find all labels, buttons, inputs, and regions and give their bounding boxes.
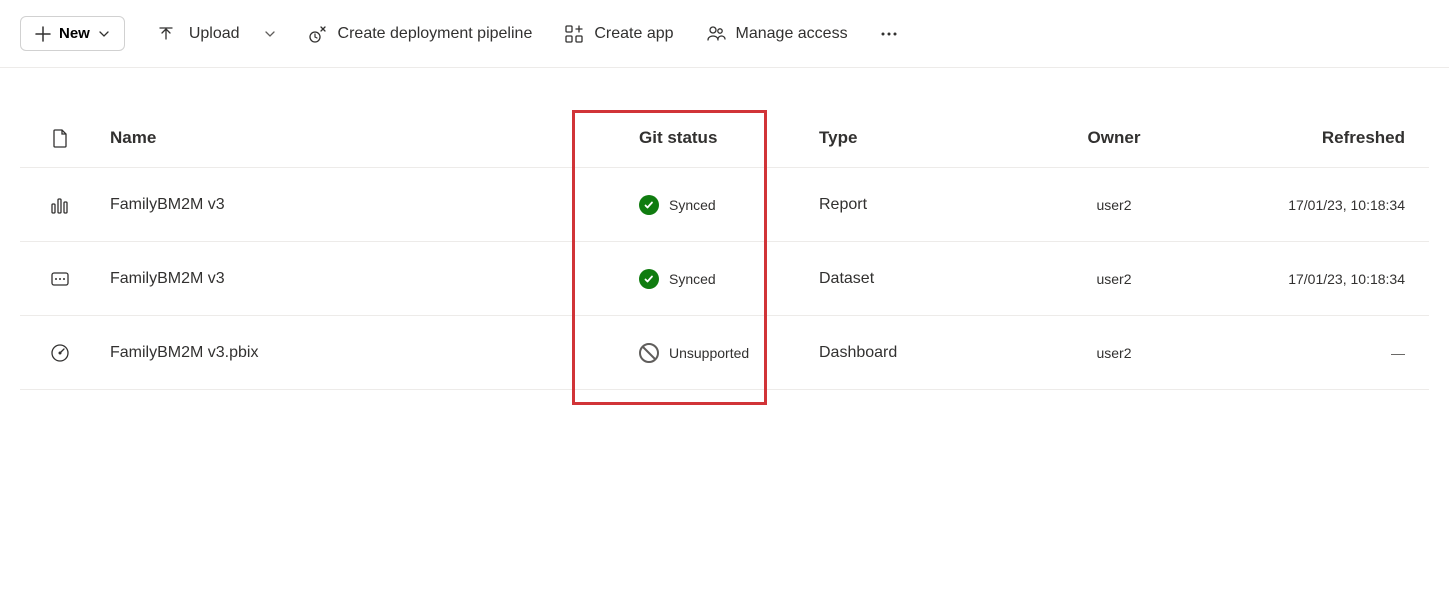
new-button[interactable]: New [20, 16, 125, 51]
row-type: Dashboard [819, 344, 1029, 362]
file-icon [51, 128, 69, 148]
content-area: Name Git status Type Owner Refreshed Fam… [0, 68, 1449, 410]
toolbar: New Upload Create deployment pipeline Cr… [0, 0, 1449, 68]
dataset-icon [49, 268, 71, 290]
row-name[interactable]: FamilyBM2M v3 [100, 196, 629, 214]
row-type: Dataset [819, 270, 1029, 288]
header-name[interactable]: Name [100, 128, 629, 148]
row-name[interactable]: FamilyBM2M v3.pbix [100, 344, 629, 362]
table-header-row: Name Git status Type Owner Refreshed [20, 108, 1429, 168]
create-app-label: Create app [594, 25, 673, 43]
new-button-label: New [59, 25, 90, 42]
unsupported-icon [639, 343, 659, 363]
check-circle-icon [639, 269, 659, 289]
table-row[interactable]: FamilyBM2M v3 Synced Dataset user2 17/01… [20, 242, 1429, 316]
chevron-down-icon [98, 28, 110, 40]
row-git-cell: Synced [629, 269, 819, 289]
row-name[interactable]: FamilyBM2M v3 [100, 270, 629, 288]
table-row[interactable]: FamilyBM2M v3 Synced Report user2 17/01/… [20, 168, 1429, 242]
row-refreshed: 17/01/23, 10:18:34 [1199, 197, 1429, 213]
create-deployment-pipeline-button[interactable]: Create deployment pipeline [308, 24, 533, 44]
check-circle-icon [639, 195, 659, 215]
manage-access-label: Manage access [736, 25, 848, 43]
upload-icon [157, 25, 175, 43]
row-git-cell: Synced [629, 195, 819, 215]
row-owner: user2 [1029, 197, 1199, 213]
pipeline-icon [308, 24, 328, 44]
header-refreshed[interactable]: Refreshed [1199, 128, 1429, 148]
row-owner: user2 [1029, 345, 1199, 361]
row-refreshed: — [1199, 345, 1429, 361]
chevron-down-icon [264, 28, 276, 40]
workspace-table: Name Git status Type Owner Refreshed Fam… [20, 108, 1429, 390]
plus-icon [35, 26, 51, 42]
report-icon [49, 194, 71, 216]
dashboard-icon [49, 342, 71, 364]
table-row[interactable]: FamilyBM2M v3.pbix Unsupported Dashboard… [20, 316, 1429, 390]
git-status-text: Unsupported [669, 345, 749, 361]
ellipsis-icon [880, 25, 898, 43]
header-git-status[interactable]: Git status [629, 128, 819, 148]
row-git-cell: Unsupported [629, 343, 819, 363]
more-options-button[interactable] [880, 25, 898, 43]
row-refreshed: 17/01/23, 10:18:34 [1199, 271, 1429, 287]
row-owner: user2 [1029, 271, 1199, 287]
header-icon-col [20, 128, 100, 148]
header-owner[interactable]: Owner [1029, 128, 1199, 148]
row-type-icon [20, 342, 100, 364]
git-status-text: Synced [669, 197, 716, 213]
people-icon [706, 24, 726, 44]
app-icon [564, 24, 584, 44]
row-type-icon [20, 194, 100, 216]
row-type: Report [819, 196, 1029, 214]
row-type-icon [20, 268, 100, 290]
upload-label: Upload [189, 25, 240, 43]
git-status-text: Synced [669, 271, 716, 287]
upload-button[interactable]: Upload [157, 25, 276, 43]
create-pipeline-label: Create deployment pipeline [338, 25, 533, 43]
create-app-button[interactable]: Create app [564, 24, 673, 44]
manage-access-button[interactable]: Manage access [706, 24, 848, 44]
header-type[interactable]: Type [819, 128, 1029, 148]
